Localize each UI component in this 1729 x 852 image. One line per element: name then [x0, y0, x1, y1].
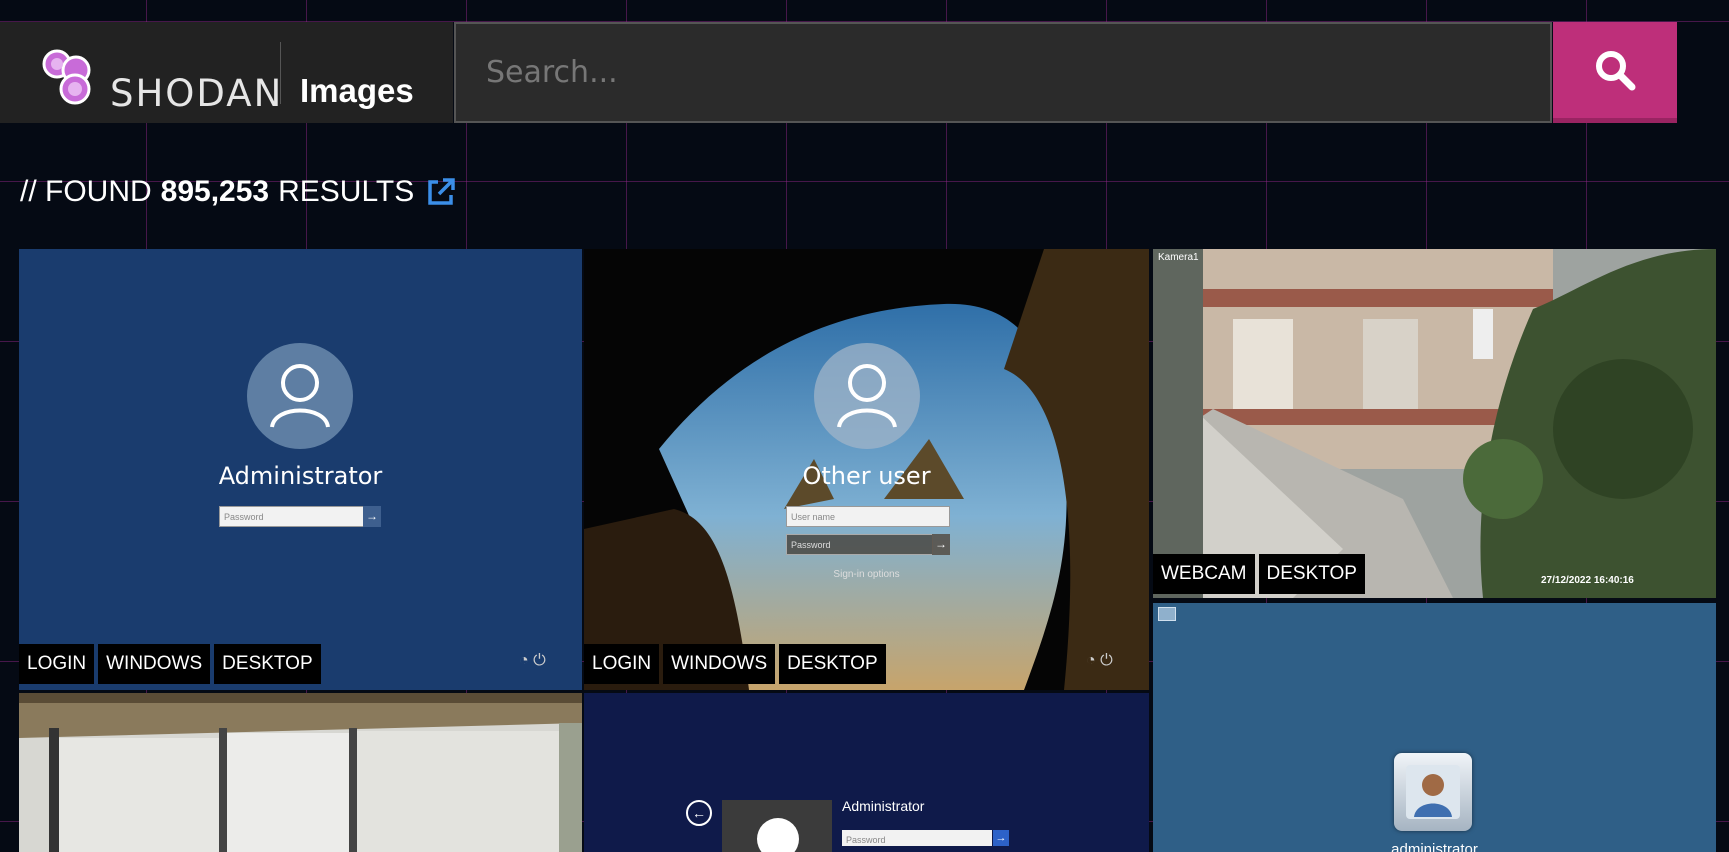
tag-desktop[interactable]: DESKTOP — [779, 644, 886, 684]
tag-windows[interactable]: WINDOWS — [663, 644, 776, 684]
webcam-scene — [1153, 249, 1716, 598]
user-avatar-icon — [247, 343, 353, 449]
submit-arrow-icon: → — [932, 534, 950, 555]
user-picture-icon — [1394, 753, 1472, 831]
login-username: Other user — [802, 462, 931, 490]
tag-webcam[interactable]: WEBCAM — [1153, 554, 1255, 594]
external-link-icon[interactable] — [426, 177, 456, 207]
tag-desktop[interactable]: DESKTOP — [214, 644, 321, 684]
tag-desktop[interactable]: DESKTOP — [1258, 554, 1365, 594]
results-count: // FOUND 895,253 RESULTS — [20, 175, 456, 209]
power-icons: ◔ ⏻ — [519, 652, 546, 669]
results-number: 895,253 — [160, 175, 270, 208]
login-username: administrator — [1391, 841, 1478, 852]
header-brand-area: SHODAN Images — [0, 22, 453, 123]
image-result[interactable]: Administrator Password → ◔ ⏻ LOGIN WINDO… — [19, 249, 582, 690]
warehouse-scene — [19, 693, 582, 852]
results-prefix: // FOUND — [20, 175, 152, 208]
camera-label: Kamera1 — [1158, 252, 1199, 263]
signin-options-link: Sign-in options — [833, 569, 900, 580]
search-button[interactable] — [1553, 22, 1677, 123]
section-title[interactable]: Images — [300, 72, 414, 110]
results-suffix: RESULTS — [278, 175, 415, 208]
password-field: Password — [842, 830, 992, 846]
brand-name[interactable]: SHODAN — [110, 72, 283, 115]
image-result[interactable]: ← Administrator Password → — [584, 693, 1149, 852]
password-field: Password — [219, 506, 364, 527]
username-field: User name — [786, 506, 950, 527]
search-input[interactable] — [454, 22, 1552, 123]
tag-windows[interactable]: WINDOWS — [98, 644, 211, 684]
window-icon — [1158, 607, 1176, 621]
user-avatar-icon — [814, 343, 920, 449]
user-tile — [722, 800, 832, 852]
submit-arrow-icon: → — [993, 830, 1009, 846]
submit-arrow-icon: → — [363, 506, 381, 527]
tag-login[interactable]: LOGIN — [584, 644, 660, 684]
power-icons: ◔ ⏻ — [1086, 652, 1113, 669]
back-arrow-icon: ← — [686, 800, 712, 826]
image-result[interactable]: administrator — [1153, 603, 1716, 852]
image-result[interactable]: Kamera1 27/12/2022 16:40:16 WEBCAM DESKT… — [1153, 249, 1716, 598]
camera-timestamp: 27/12/2022 16:40:16 — [1541, 575, 1634, 586]
search-icon — [1596, 51, 1636, 91]
image-result[interactable] — [19, 693, 582, 852]
image-result[interactable]: Other user User name Password → Sign-in … — [584, 249, 1149, 690]
shodan-logo-icon[interactable] — [35, 44, 99, 108]
tag-login[interactable]: LOGIN — [19, 644, 95, 684]
brand-divider — [280, 42, 281, 104]
password-field: Password — [786, 534, 933, 555]
login-username: Administrator — [842, 798, 925, 814]
login-username: Administrator — [218, 462, 383, 490]
